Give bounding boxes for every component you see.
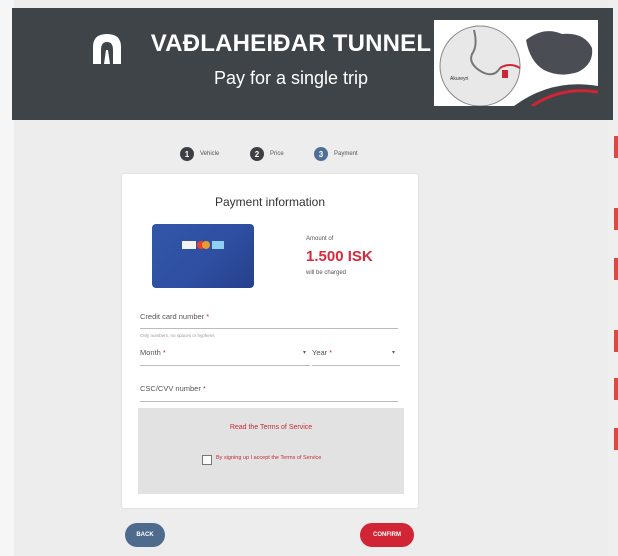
card-number-label: Credit card number [140,312,205,321]
background-accent [614,330,618,352]
progress-steps: 1 Vehicle 2 Price 3 Payment [180,146,380,162]
card-number-field[interactable]: Credit card number * Only numbers, no spa… [140,312,398,338]
required-mark: * [329,348,333,357]
tunnel-logo-icon [93,34,121,64]
required-mark: * [202,384,206,393]
cvc-label: CSC/CVV number [140,384,201,393]
step-label: Price [270,151,284,157]
step-label: Payment [334,151,358,157]
page-subtitle: Pay for a single trip [213,68,369,88]
step-vehicle[interactable]: 1 Vehicle [180,146,219,162]
step-number: 3 [314,147,328,161]
amount-value: 1.500 ISK [306,248,373,265]
field-underline [140,365,310,366]
chevron-down-icon: ▾ [392,350,396,356]
cvc-field[interactable]: CSC/CVV number * [140,384,398,404]
amount-suffix: will be charged [306,270,347,276]
back-button[interactable]: BACK [125,523,165,547]
terms-section: Read the Terms of Service By signing up … [138,408,404,494]
background-accent [614,428,618,450]
background-accent [614,258,618,280]
card-brands-icon [182,240,226,250]
terms-checkbox-label[interactable]: By signing up I accept the Terms of Serv… [216,455,321,461]
terms-checkbox[interactable] [202,455,212,465]
amex-icon [212,241,224,249]
route-map-graphic: Akureyri [434,20,598,106]
payment-card: Payment information Amount of 1.500 ISK … [122,174,418,508]
step-number: 1 [180,147,194,161]
step-price[interactable]: 2 Price [250,146,284,162]
amount-prefix: Amount of [306,236,334,242]
field-underline [140,328,398,329]
credit-card-image [152,224,254,288]
header: VAÐLAHEIÐAR TUNNEL Pay for a single trip… [12,8,613,120]
chevron-down-icon: ▾ [303,350,307,356]
background-accent [614,378,618,400]
confirm-button[interactable]: CONFIRM [360,523,414,547]
required-mark: * [162,348,166,357]
map-label: Akureyri [450,76,468,82]
visa-icon [182,241,196,249]
mastercard-icon-overlap [202,241,210,249]
step-payment[interactable]: 3 Payment [314,146,358,162]
year-label: Year [312,348,328,357]
field-underline [140,401,398,402]
month-label: Month [140,348,161,357]
required-mark: * [206,312,210,321]
terms-link[interactable]: Read the Terms of Service [138,424,404,431]
step-number: 2 [250,147,264,161]
background-accent [614,208,618,230]
payment-title: Payment information [214,195,326,209]
step-label: Vehicle [200,151,220,157]
field-underline [312,365,400,366]
year-select[interactable]: Year * ▾ [312,348,400,366]
page-title: VAÐLAHEIÐAR TUNNEL [150,30,432,57]
card-number-hint: Only numbers, no spaces or hyphens [140,333,215,338]
month-select[interactable]: Month * ▾ [140,348,310,366]
background-accent [614,136,618,158]
route-map: Akureyri [434,20,598,106]
